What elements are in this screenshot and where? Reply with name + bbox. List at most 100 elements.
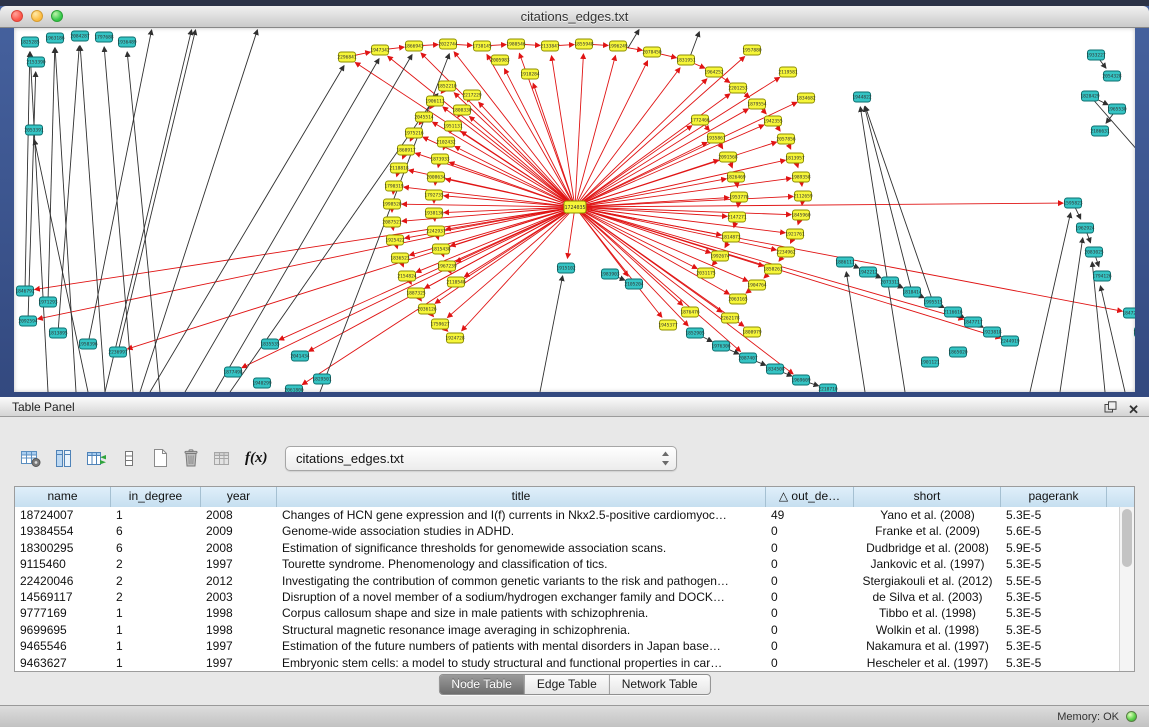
graph-node[interactable]: 1980546 [506, 39, 526, 49]
table-row[interactable]: 2242004622012Investigating the contribut… [15, 573, 1119, 589]
graph-node[interactable]: 1792735 [424, 190, 444, 200]
graph-node[interactable]: 2201253 [728, 83, 748, 93]
graph-node[interactable]: 1938136 [424, 208, 444, 218]
graph-node[interactable]: 1976306 [711, 341, 731, 351]
graph-node[interactable]: 1969609 [791, 375, 811, 385]
table-row[interactable]: 911546021997Tourette syndrome. Phenomeno… [15, 556, 1119, 572]
graph-node[interactable]: 2031175 [696, 268, 716, 278]
graph-node[interactable]: 2147271 [727, 212, 747, 222]
graph-node[interactable]: 2091568 [718, 152, 738, 162]
network-table-select[interactable]: citations_edges.txt [285, 446, 677, 471]
graph-node[interactable]: 1794126 [1092, 271, 1112, 281]
graph-node[interactable]: 1940299 [252, 378, 272, 388]
graph-node[interactable]: 1965530 [1107, 104, 1127, 114]
graph-node[interactable]: 1836523 [390, 253, 410, 263]
graph-node[interactable]: 2112659 [793, 191, 813, 201]
graph-node[interactable]: 1957880 [742, 45, 762, 55]
graph-node[interactable]: 2008634 [426, 172, 446, 182]
graph-node[interactable]: 1852905 [685, 328, 705, 338]
graph-node[interactable]: 2217229 [462, 90, 482, 100]
graph-node[interactable]: 1989358 [791, 172, 811, 182]
graph-node[interactable]: 2092594 [18, 316, 38, 326]
graph-node[interactable]: 2186631 [1090, 126, 1110, 136]
graph-node[interactable]: 1983903 [600, 269, 620, 279]
column-header[interactable]: year [201, 487, 277, 507]
column-header[interactable]: △ out_de… [766, 487, 854, 507]
graph-node[interactable]: 1876476 [680, 307, 700, 317]
graph-node[interactable]: 2133847 [540, 41, 560, 51]
graph-node[interactable]: 2242937 [426, 226, 446, 236]
graph-node[interactable]: 1834508 [765, 364, 785, 374]
table-row[interactable]: 946362711997Embryonic stem cells: a mode… [15, 655, 1119, 671]
graph-node[interactable]: 1826469 [726, 172, 746, 182]
graph-node[interactable]: 1906113 [425, 96, 445, 106]
graph-node[interactable]: 1915102 [556, 263, 576, 273]
graph-node[interactable]: 1953770 [729, 192, 749, 202]
graph-node[interactable]: 1975216 [404, 128, 424, 138]
graph-node[interactable]: 1933227 [1086, 50, 1106, 60]
table-row[interactable]: 969969511998Structural magnetic resonanc… [15, 622, 1119, 638]
tab-edge-table[interactable]: Edge Table [525, 675, 610, 694]
graph-node[interactable]: 1964252 [704, 67, 724, 77]
graph-node[interactable]: 2041434 [290, 351, 310, 361]
tab-node-table[interactable]: Node Table [439, 675, 525, 694]
graph-node[interactable]: 1825285 [20, 37, 40, 47]
graph-node[interactable]: 1829501 [312, 374, 332, 384]
graph-node[interactable]: 2022744 [438, 39, 458, 49]
graph-node[interactable]: 2218710 [818, 384, 838, 392]
graph-node[interactable]: 1873933 [430, 154, 450, 164]
table-row[interactable]: 1456911722003Disruption of a novel membe… [15, 589, 1119, 605]
close-panel-icon[interactable]: ✕ [1128, 403, 1139, 416]
column-header[interactable]: title [277, 487, 766, 507]
graph-node[interactable]: 1996249 [608, 41, 628, 51]
graph-node[interactable]: 1971293 [38, 297, 58, 307]
graph-node[interactable]: 1847717 [963, 317, 983, 327]
graph-node[interactable]: 1818414 [902, 287, 922, 297]
graph-node[interactable]: 1887325 [406, 288, 426, 298]
graph-node[interactable]: 1772466 [690, 115, 710, 125]
graph-node[interactable]: 2110540 [446, 277, 466, 287]
graph-node[interactable]: 2118818 [389, 163, 409, 173]
graph-node[interactable]: 1925422 [385, 235, 405, 245]
graph-node[interactable]: 2154824 [397, 271, 417, 281]
graph-node[interactable]: 2234962 [776, 247, 796, 257]
graph-node[interactable]: 1865020 [948, 347, 968, 357]
graph-node[interactable]: 1935867 [706, 133, 726, 143]
column-header[interactable]: pagerank [1001, 487, 1107, 507]
scrollbar-thumb[interactable] [1122, 509, 1132, 567]
row-tools-icon[interactable] [119, 446, 139, 470]
graph-node[interactable]: 1963186 [45, 33, 65, 43]
graph-node[interactable]: 1858263 [763, 264, 783, 274]
graph-node[interactable]: 1847232 [1122, 308, 1135, 318]
graph-node[interactable]: 2083025 [1084, 247, 1104, 257]
graph-node[interactable]: 1808330 [452, 105, 472, 115]
graph-node[interactable]: 1918284 [520, 69, 540, 79]
graph-node[interactable]: 2236997 [108, 347, 128, 357]
graph-node[interactable]: 1992674 [710, 251, 730, 261]
graph-node[interactable]: 1790319 [384, 181, 404, 191]
graph-node[interactable]: 1834682 [796, 93, 816, 103]
column-header[interactable]: in_degree [111, 487, 201, 507]
graph-node[interactable]: 1924728 [445, 333, 465, 343]
graph-node[interactable]: 2045514 [414, 112, 434, 122]
graph-node[interactable]: 2084287 [70, 31, 90, 41]
graph-node[interactable]: 1901121 [920, 357, 940, 367]
graph-node[interactable]: 2105204 [624, 279, 644, 289]
graph-node[interactable]: 2262178 [720, 313, 740, 323]
graph-node[interactable]: 2073313 [880, 277, 900, 287]
graph-node[interactable]: 1866943 [404, 41, 424, 51]
graph-node[interactable]: 2116616 [943, 307, 963, 317]
graph-node[interactable]: 1942212 [858, 267, 878, 277]
graph-node[interactable]: 1936489 [117, 37, 137, 47]
graph-node[interactable]: 1942355 [763, 116, 783, 126]
graph-node[interactable]: 1845960 [791, 210, 811, 220]
graph-node[interactable]: 1947342 [370, 45, 390, 55]
graph-node[interactable]: 1998520 [382, 199, 402, 209]
show-columns-icon[interactable] [53, 446, 75, 470]
graph-node[interactable]: 2087521 [382, 217, 402, 227]
tab-network-table[interactable]: Network Table [610, 675, 710, 694]
graph-node[interactable]: 1904764 [747, 280, 767, 290]
graph-node[interactable]: 1920333 [1133, 327, 1135, 337]
graph-node[interactable]: 1967239 [437, 261, 457, 271]
graph-node[interactable]: 1944822 [852, 92, 872, 102]
